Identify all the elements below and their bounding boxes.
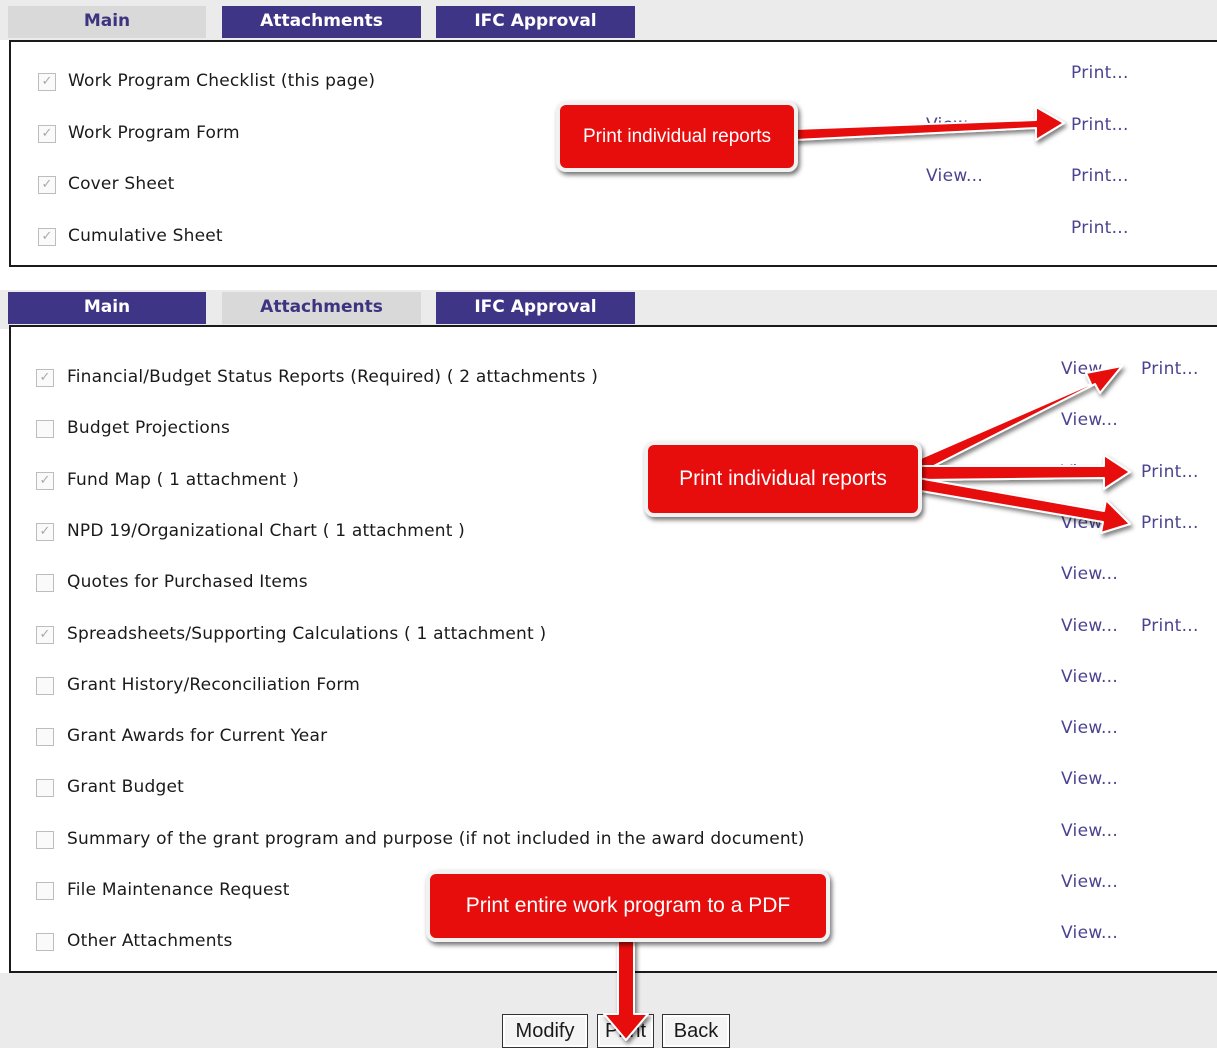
- checkbox[interactable]: [36, 830, 54, 849]
- attachment_items-row: ✓ Fund Map ( 1 attachment ) View... Print..…: [0, 462, 1217, 512]
- attachment_items-row: Summary of the grant program and purpose…: [0, 821, 1217, 871]
- attachment_items-row: ✓ Spreadsheets/Supporting Calculations ( …: [0, 616, 1217, 666]
- attachment_items-row: Quotes for Purchased Items View...: [0, 564, 1217, 614]
- item-label: Budget Projections: [67, 418, 231, 439]
- print-link[interactable]: Print...: [1071, 166, 1129, 186]
- callout-print-pdf: Print entire work program to a PDF: [426, 870, 830, 942]
- view-link[interactable]: View...: [926, 115, 983, 135]
- checkbox[interactable]: [36, 779, 54, 798]
- print-link[interactable]: Print...: [1071, 218, 1129, 238]
- checkmark-icon: ✓: [39, 523, 51, 539]
- checkbox[interactable]: [36, 882, 54, 900]
- view-link[interactable]: View...: [926, 166, 983, 186]
- checkmark-icon: ✓: [41, 177, 53, 192]
- item-label: Cover Sheet: [68, 174, 175, 194]
- attachment_items-row: ✓ NPD 19/Organizational Chart ( 1 attachm…: [0, 513, 1217, 563]
- checkbox[interactable]: ✓: [38, 227, 56, 246]
- view-link[interactable]: View...: [1061, 718, 1118, 738]
- view-link[interactable]: View...: [1061, 769, 1118, 789]
- checkbox[interactable]: ✓: [36, 625, 54, 644]
- checkbox[interactable]: ✓: [38, 124, 56, 143]
- print-link[interactable]: Print...: [1071, 115, 1129, 135]
- checkbox[interactable]: [36, 676, 54, 695]
- main_items-row: ✓ Cover Sheet View... Print...: [0, 166, 1217, 216]
- tab-ifc-approval-bottom[interactable]: IFC Approval: [436, 292, 635, 324]
- checkbox[interactable]: [36, 574, 54, 593]
- print-link[interactable]: Print...: [1141, 513, 1199, 533]
- back-button[interactable]: Back: [662, 1014, 730, 1048]
- checkbox[interactable]: ✓: [38, 73, 56, 91]
- tab-attachments-bottom[interactable]: Attachments: [222, 292, 421, 324]
- item-label: Grant History/Reconciliation Form: [67, 674, 360, 695]
- item-label: Other Attachments: [67, 931, 233, 952]
- item-label: Work Program Form: [68, 122, 240, 143]
- checkbox[interactable]: ✓: [36, 369, 54, 387]
- checkbox[interactable]: ✓: [38, 176, 56, 194]
- checkmark-icon: ✓: [41, 228, 53, 244]
- callout-print-individual-middle: Print individual reports: [644, 441, 922, 517]
- item-label: File Maintenance Request: [67, 880, 290, 900]
- checkbox[interactable]: ✓: [36, 471, 54, 490]
- tab-attachments-top[interactable]: Attachments: [222, 6, 421, 38]
- checkbox[interactable]: ✓: [36, 522, 54, 541]
- callout-print-individual-top: Print individual reports: [556, 101, 798, 172]
- print-link[interactable]: Print...: [1141, 359, 1199, 379]
- view-link[interactable]: View...: [1061, 923, 1118, 943]
- view-link[interactable]: View...: [1061, 513, 1118, 533]
- item-label: Quotes for Purchased Items: [67, 572, 308, 593]
- item-label: Summary of the grant program and purpose…: [67, 828, 805, 849]
- print-link[interactable]: Print...: [1071, 63, 1129, 83]
- item-label: Fund Map ( 1 attachment ): [67, 469, 299, 490]
- attachment_items-row: Budget Projections View...: [0, 410, 1217, 460]
- checkmark-icon: ✓: [41, 125, 53, 141]
- print-link[interactable]: Print...: [1141, 616, 1199, 636]
- view-link[interactable]: View...: [1061, 462, 1118, 482]
- tab-main-top[interactable]: Main: [8, 6, 206, 38]
- checkmark-icon: ✓: [41, 74, 53, 89]
- checkbox[interactable]: [36, 933, 54, 952]
- view-link[interactable]: View...: [1061, 667, 1118, 687]
- checkmark-icon: ✓: [39, 370, 51, 385]
- item-label: Financial/Budget Status Reports (Require…: [67, 367, 599, 387]
- print-link[interactable]: Print...: [1141, 462, 1199, 482]
- view-link[interactable]: View...: [1061, 872, 1118, 892]
- view-link[interactable]: View...: [1061, 821, 1118, 841]
- tab-ifc-approval-top[interactable]: IFC Approval: [436, 6, 635, 38]
- attachment_items-row: Grant History/Reconciliation Form View...: [0, 667, 1217, 717]
- print-button[interactable]: Print: [597, 1014, 654, 1048]
- modify-button[interactable]: Modify: [502, 1014, 588, 1048]
- view-link[interactable]: View...: [1061, 410, 1118, 430]
- item-label: Spreadsheets/Supporting Calculations ( 1…: [67, 623, 547, 644]
- item-label: NPD 19/Organizational Chart ( 1 attachme…: [67, 520, 466, 541]
- checkbox[interactable]: [36, 420, 54, 439]
- checkmark-icon: ✓: [39, 626, 51, 642]
- item-label: Work Program Checklist (this page): [68, 71, 376, 91]
- view-link[interactable]: View...: [1061, 616, 1118, 636]
- item-label: Cumulative Sheet: [68, 225, 223, 246]
- attachment_items-row: Grant Budget View...: [0, 769, 1217, 819]
- checkbox[interactable]: [36, 728, 54, 747]
- tab-main-bottom[interactable]: Main: [8, 292, 206, 324]
- attachment_items-row: Grant Awards for Current Year View...: [0, 718, 1217, 768]
- item-label: Grant Awards for Current Year: [67, 726, 328, 747]
- item-label: Grant Budget: [67, 777, 184, 798]
- attachment_items-row: Other Attachments View...: [0, 923, 1217, 973]
- main_items-row: ✓ Cumulative Sheet Print...: [0, 218, 1217, 268]
- view-link[interactable]: View...: [1061, 564, 1118, 584]
- checkmark-icon: ✓: [39, 472, 51, 488]
- view-link[interactable]: View...: [1061, 359, 1118, 379]
- attachment_items-row: ✓ Financial/Budget Status Reports (Requir…: [0, 359, 1217, 409]
